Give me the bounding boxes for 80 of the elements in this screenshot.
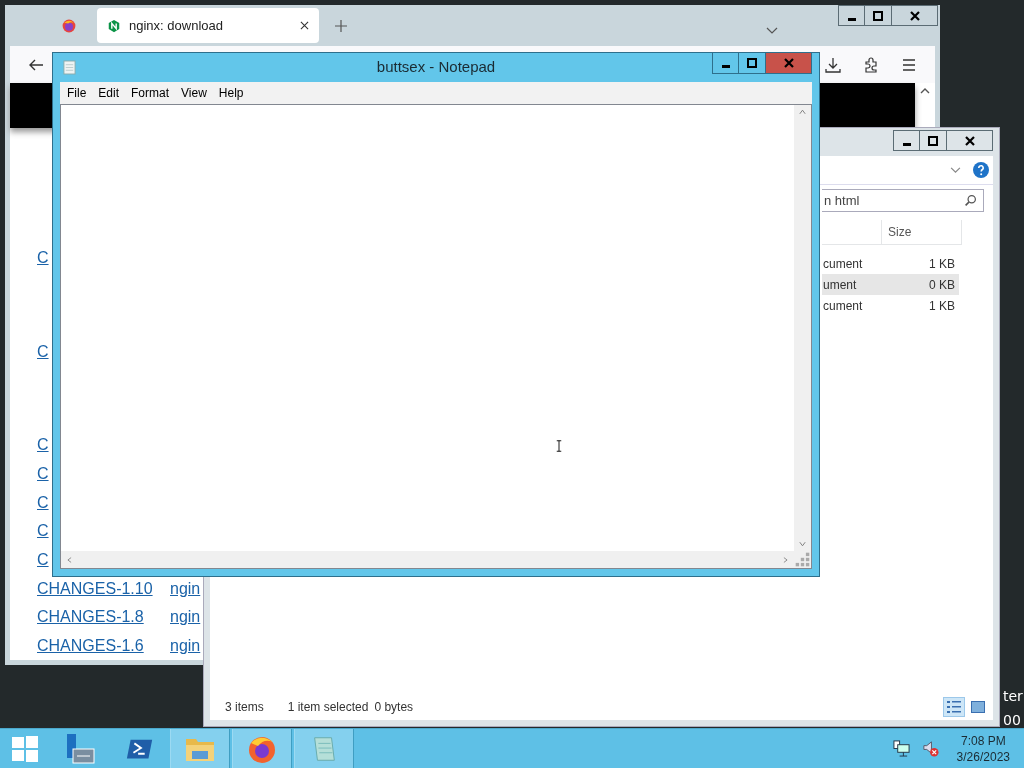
close-icon: [909, 10, 920, 21]
minimize-icon: [721, 65, 730, 68]
file-row[interactable]: ument 0 KB: [822, 274, 959, 295]
maximize-button[interactable]: [865, 5, 892, 26]
close-icon: [964, 135, 975, 146]
menu-item[interactable]: Help: [212, 86, 250, 100]
changes-link[interactable]: C: [37, 522, 49, 540]
maximize-icon: [928, 135, 938, 146]
selection-size: 0 bytes: [374, 700, 414, 714]
minimize-button[interactable]: [712, 53, 739, 74]
vertical-scrollbar[interactable]: [794, 105, 811, 551]
menu-icon[interactable]: [901, 56, 917, 73]
minimize-icon: [847, 17, 856, 21]
text-cursor-icon: [556, 438, 562, 454]
window-title: buttsex - Notepad: [376, 58, 496, 75]
file-type: ument: [823, 277, 858, 292]
date: 3/26/2023: [956, 748, 1010, 765]
chevron-down-icon[interactable]: [950, 166, 961, 174]
file-link[interactable]: ngin: [170, 579, 201, 597]
menu-item[interactable]: Edit: [92, 86, 126, 100]
list-icon: [947, 701, 961, 713]
network-icon[interactable]: [892, 740, 910, 757]
plus-icon[interactable]: [335, 19, 347, 32]
image-icon: [971, 701, 985, 713]
chevron-down-icon[interactable]: [766, 27, 778, 35]
puzzle-icon[interactable]: [863, 56, 879, 73]
desktop-text: ter: [1003, 687, 1023, 706]
selection-info: 1 item selected: [287, 700, 369, 714]
firefox-taskbar-button[interactable]: [232, 729, 292, 768]
details-view-button[interactable]: [943, 697, 965, 717]
server-toolbox-icon: [64, 732, 96, 765]
scroll-up-icon[interactable]: [798, 108, 807, 116]
scroll-up-icon[interactable]: [920, 87, 930, 96]
file-size: 0 KB: [929, 277, 956, 292]
minimize-button[interactable]: [838, 5, 865, 26]
maximize-icon: [873, 10, 883, 21]
changes-link[interactable]: CHANGES-1.10: [37, 579, 153, 597]
changes-link[interactable]: C: [37, 551, 49, 569]
menu-item[interactable]: View: [175, 86, 213, 100]
file-type: cument: [823, 298, 864, 313]
file-link[interactable]: ngin: [170, 608, 201, 626]
close-icon[interactable]: [300, 21, 309, 31]
maximize-icon: [747, 58, 757, 68]
help-icon[interactable]: [973, 162, 989, 178]
changes-link[interactable]: C: [37, 342, 49, 360]
muted-speaker-icon[interactable]: [921, 740, 939, 757]
minimize-button[interactable]: [893, 130, 920, 151]
changes-link[interactable]: CHANGES-1.8: [37, 608, 144, 626]
changes-link[interactable]: CHANGES-1.6: [37, 637, 144, 655]
close-button[interactable]: [947, 130, 993, 151]
changes-link[interactable]: C: [37, 436, 49, 454]
close-icon: [783, 58, 794, 68]
hexagon-icon: [107, 18, 121, 33]
close-button[interactable]: [892, 5, 938, 26]
file-type: cument: [823, 256, 864, 271]
changes-link[interactable]: C: [37, 248, 49, 266]
file-row[interactable]: cument 1 KB: [822, 295, 959, 316]
minimize-icon: [902, 142, 911, 146]
download-icon[interactable]: [825, 56, 841, 73]
browser-tab[interactable]: nginx: download: [97, 8, 319, 44]
browser-icon[interactable]: [61, 17, 77, 34]
notepad-icon: [63, 60, 76, 75]
changes-link[interactable]: C: [37, 465, 49, 483]
clock[interactable]: 7:08 PM 3/26/2023: [950, 732, 1024, 765]
search-field[interactable]: n html: [822, 189, 984, 212]
file-row[interactable]: cument 1 KB: [822, 253, 959, 274]
desktop-text: 00: [1003, 711, 1022, 730]
item-count: 3 items: [225, 700, 264, 714]
windows-logo-icon: [12, 735, 38, 762]
changes-link[interactable]: C: [37, 493, 49, 511]
maximize-button[interactable]: [920, 130, 947, 151]
menu-item[interactable]: Format: [125, 86, 176, 100]
file-size: 1 KB: [929, 298, 956, 313]
column-header[interactable]: Size: [882, 220, 962, 245]
file-link[interactable]: ngin: [170, 637, 201, 655]
file-size: 1 KB: [929, 256, 956, 271]
menu-item[interactable]: File: [61, 86, 93, 100]
scroll-down-icon[interactable]: [798, 540, 807, 548]
search-icon[interactable]: [964, 194, 977, 207]
time: 7:08 PM: [960, 732, 1006, 749]
